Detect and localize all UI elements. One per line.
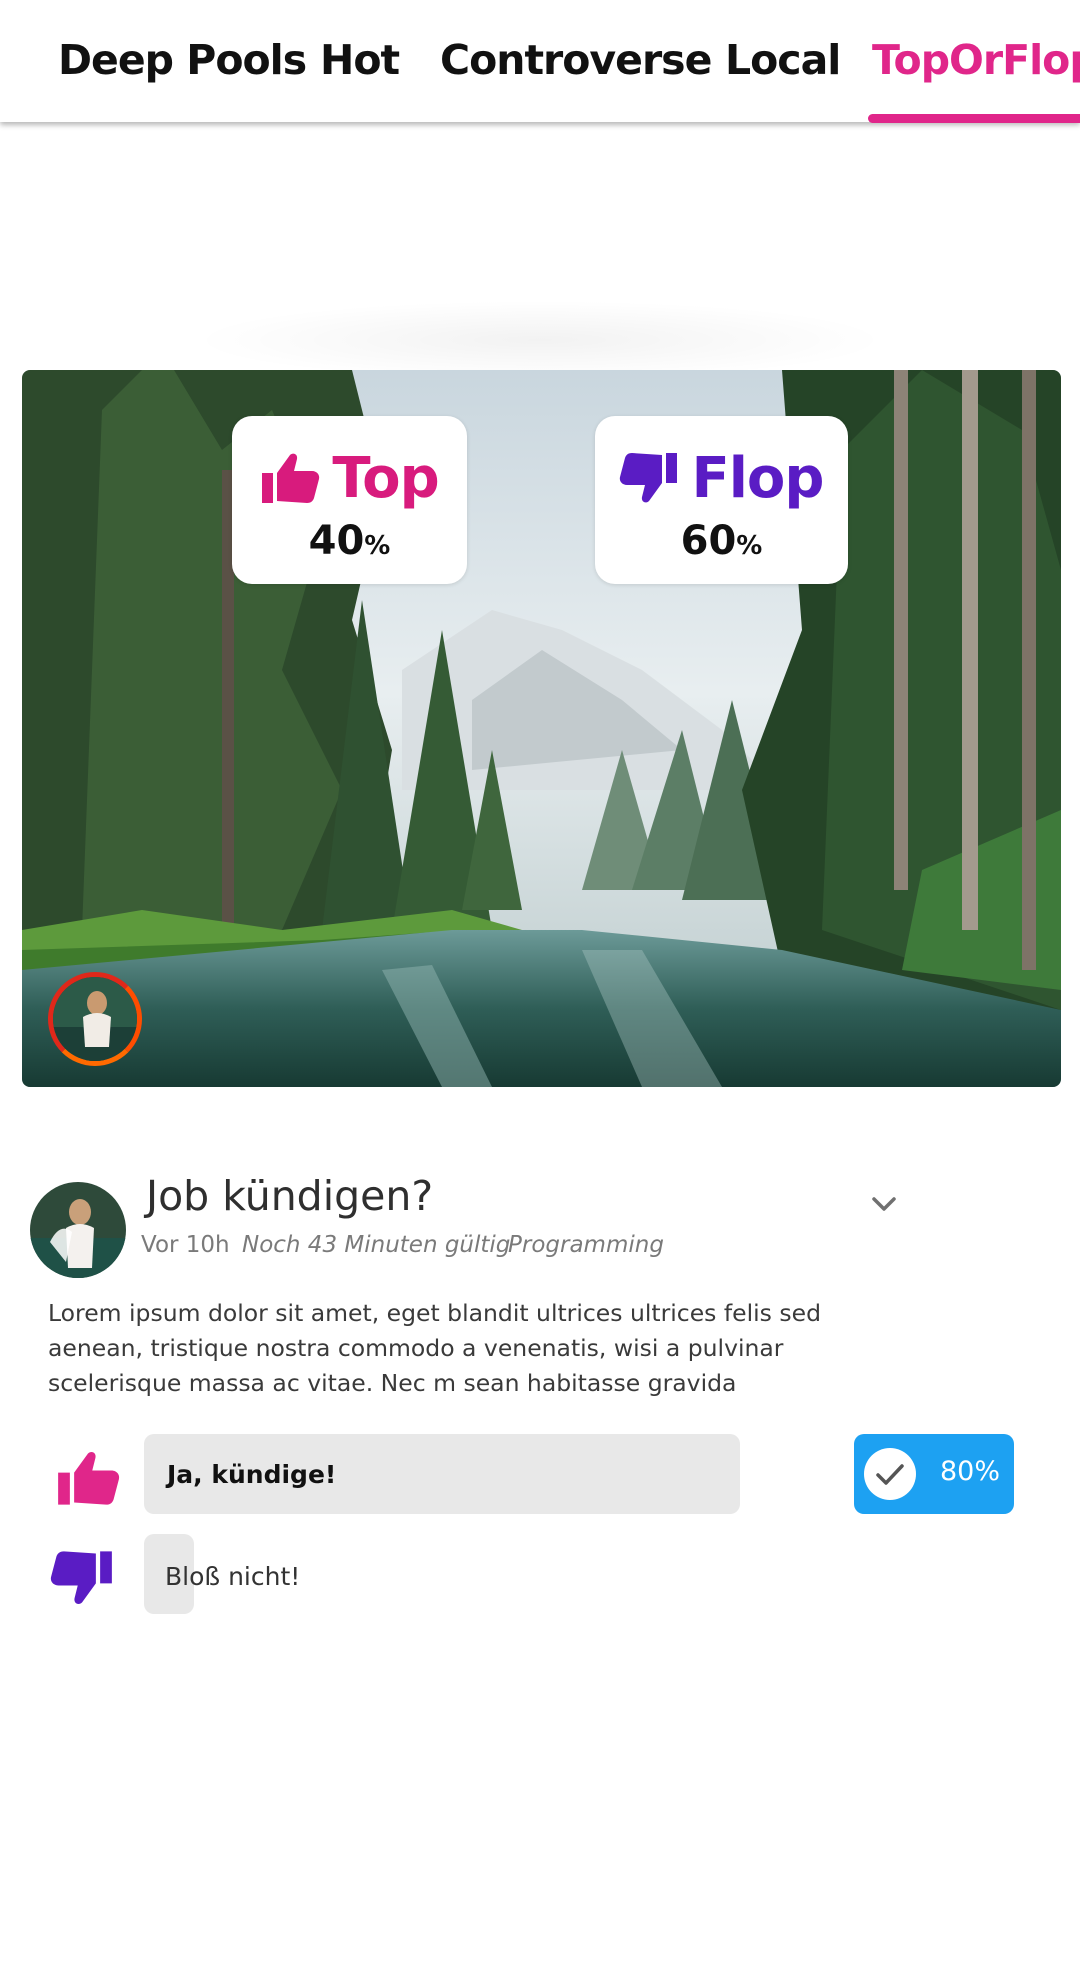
chevron-down-icon[interactable] bbox=[868, 1188, 900, 1220]
top-percent: 40% bbox=[308, 518, 391, 564]
tab-local[interactable]: Local bbox=[725, 30, 841, 90]
forest-lake-photo bbox=[22, 370, 1061, 1087]
check-icon bbox=[864, 1448, 916, 1500]
result-percent: 80% bbox=[940, 1456, 1001, 1487]
top-vote-badge[interactable]: Top 40% bbox=[232, 416, 467, 584]
post-author-avatar[interactable] bbox=[30, 1182, 126, 1278]
top-label: Top bbox=[332, 445, 439, 511]
tab-hot[interactable]: Hot bbox=[320, 30, 400, 90]
flop-percent: 60% bbox=[680, 518, 763, 564]
post-time: Vor 10h bbox=[141, 1232, 230, 1258]
flop-vote-badge[interactable]: Flop 60% bbox=[595, 416, 848, 584]
flop-label: Flop bbox=[691, 445, 824, 511]
thumbs-up-icon bbox=[262, 453, 320, 503]
author-avatar-story[interactable] bbox=[48, 972, 142, 1066]
post-category[interactable]: Programming bbox=[508, 1232, 664, 1258]
thumbs-up-icon bbox=[58, 1451, 120, 1505]
post-title: Job kündigen? bbox=[146, 1172, 434, 1220]
avatar bbox=[53, 977, 137, 1061]
active-tab-indicator bbox=[868, 114, 1080, 123]
top-navigation: Deep Pools Hot Controverse Local TopOrFl… bbox=[0, 0, 1080, 123]
avatar-image bbox=[30, 1182, 126, 1278]
vote-result-button[interactable]: 80% bbox=[854, 1434, 1014, 1514]
poll-image[interactable] bbox=[22, 370, 1061, 1087]
tab-controverse[interactable]: Controverse bbox=[440, 30, 712, 90]
post-body: Lorem ipsum dolor sit amet, eget blandit… bbox=[48, 1299, 822, 1397]
card-shadow bbox=[190, 300, 890, 380]
post-validity: Noch 43 Minuten gültig bbox=[242, 1232, 511, 1258]
answer-label-yes: Ja, kündige! bbox=[167, 1460, 337, 1489]
thumbs-down-icon bbox=[50, 1551, 112, 1605]
thumbs-down-icon bbox=[620, 453, 678, 503]
tab-toporflop[interactable]: TopOrFlop bbox=[872, 30, 1080, 90]
tab-deep-pools[interactable]: Deep Pools bbox=[58, 30, 307, 90]
answer-label-no: Bloß nicht! bbox=[165, 1562, 301, 1591]
